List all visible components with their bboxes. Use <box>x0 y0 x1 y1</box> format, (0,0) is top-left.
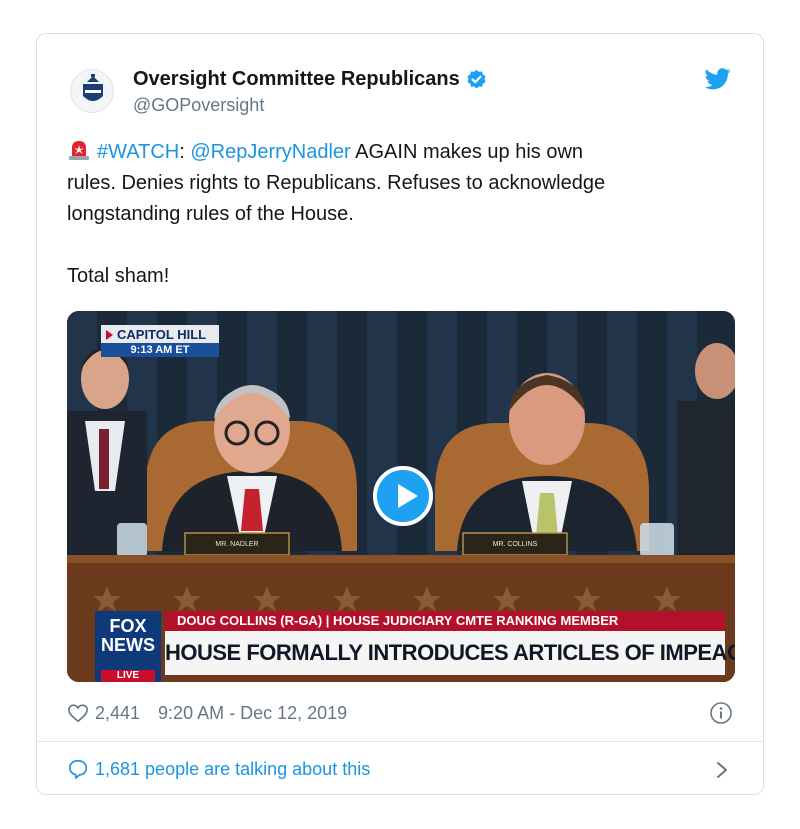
location-label: CAPITOL HILL <box>101 325 219 343</box>
chyron-subtitle: DOUG COLLINS (R-GA) | HOUSE JUDICIARY CM… <box>165 611 725 631</box>
chyron-headline: HOUSE FORMALLY INTRODUCES ARTICLES OF IM… <box>165 631 735 675</box>
heart-icon[interactable] <box>67 702 89 724</box>
tweet-timestamp[interactable]: 9:20 AM - Dec 12, 2019 <box>158 703 347 724</box>
tweet-card: Oversight Committee Republicans @GOPover… <box>36 33 764 795</box>
mention-link[interactable]: @RepJerryNadler <box>190 141 350 163</box>
verified-badge-icon <box>467 69 486 89</box>
conversation-link[interactable]: 1,681 people are talking about this <box>67 758 370 780</box>
talking-count-text[interactable]: 1,681 people are talking about this <box>95 759 370 780</box>
tweet-line-2: rules. Denies rights to Republicans. Ref… <box>67 172 606 194</box>
tweet-closing: Total sham! <box>67 265 170 287</box>
tweet-line-1: #WATCH: @RepJerryNadler AGAIN makes up h… <box>67 137 727 168</box>
tweet-text: #WATCH: @RepJerryNadler AGAIN makes up h… <box>67 137 727 292</box>
display-name[interactable]: Oversight Committee Republicans <box>133 68 460 91</box>
nameplate-right: MR. COLLINS <box>493 541 538 548</box>
colon-text: : <box>179 141 185 163</box>
live-label: LIVE <box>101 670 155 682</box>
siren-emoji-icon <box>69 141 89 160</box>
divider <box>37 741 763 742</box>
play-button[interactable] <box>373 466 433 526</box>
name-row[interactable]: Oversight Committee Republicans <box>133 68 487 91</box>
location-badge: CAPITOL HILL 9:13 AM ET <box>101 325 219 357</box>
comment-bubble-icon <box>68 759 88 779</box>
chevron-right-icon[interactable] <box>715 760 729 780</box>
like-count[interactable]: 2,441 <box>95 703 140 724</box>
avatar[interactable] <box>70 69 114 113</box>
tweet-line-1-rest: AGAIN makes up his own <box>350 141 584 163</box>
fox-news-logo: FOX NEWS LIVE <box>95 611 161 682</box>
video-player[interactable]: MR. NADLER MR. COLLINS CAPITOL HILL 9:13… <box>67 311 735 682</box>
hashtag-link[interactable]: #WATCH <box>97 141 179 163</box>
time-label: 9:13 AM ET <box>101 343 219 357</box>
meta-row: 2,441 9:20 AM - Dec 12, 2019 <box>67 702 347 724</box>
tweet-line-3: longstanding rules of the House. <box>67 203 354 225</box>
nameplate-left: MR. NADLER <box>215 541 258 548</box>
account-handle[interactable]: @GOPoversight <box>133 95 264 116</box>
twitter-bird-icon[interactable] <box>705 68 731 90</box>
info-icon[interactable] <box>709 701 733 725</box>
